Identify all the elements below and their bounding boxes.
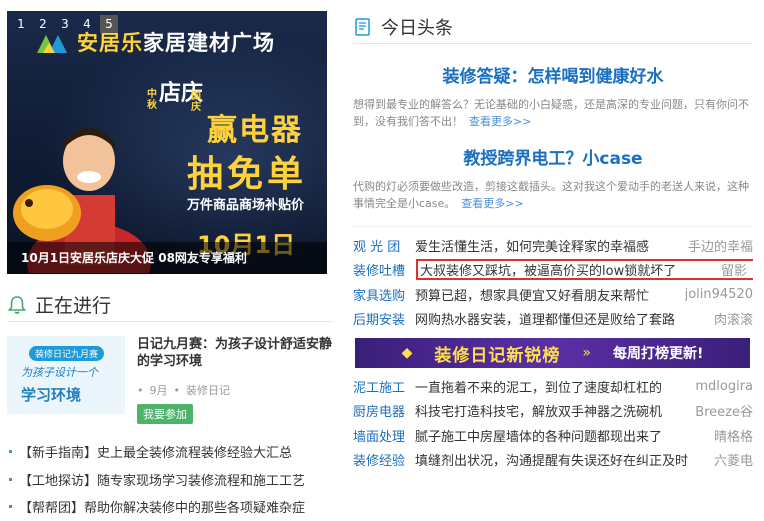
headlines-section: 今日头条 装修答疑：怎样喝到健康好水 想得到最专业的解答么？无论基础的小白疑惑，… — [353, 10, 753, 472]
feed-row[interactable]: 墙面处理 腻子施工中房屋墙体的各种问题都现出来了 晴格格 — [353, 423, 753, 448]
guide-item-text: 【帮帮团】帮助你解决装修中的那些各项疑难杂症 — [19, 501, 306, 517]
feed-text[interactable]: 填缝剂出状况，沟通提醒有失误还好在纠正及时 — [415, 450, 714, 469]
thumb-line-1: 为孩子设计一个 — [21, 366, 98, 379]
carousel-dot-1[interactable]: 1 — [12, 15, 30, 33]
feed-category[interactable]: 装修吐槽 — [353, 260, 415, 279]
ongoing-section: 正在进行 装修日记九月赛 为孩子设计一个 学习环境 日记九月赛：为孩子设计舒适安… — [7, 288, 333, 521]
double-arrow-icon: » — [582, 345, 591, 361]
meta-bullet: • — [173, 384, 181, 397]
feed-author[interactable]: 肉滚滚 — [714, 309, 753, 328]
feed-author[interactable]: Breeze谷 — [695, 401, 753, 420]
feed-list: 观 光 团 爱生活懂生活，如何完美诠释家的幸福感 手边的幸福 装修吐槽 大叔装修… — [353, 226, 753, 472]
guide-item[interactable]: 【新手指南】史上最全装修流程装修经验大汇总 — [7, 438, 333, 466]
feed-row-highlighted[interactable]: 装修吐槽 大叔装修又踩坑，被逼高价买的low锁就坏了 留影 — [353, 258, 753, 283]
feed-category[interactable]: 墙面处理 — [353, 426, 415, 445]
bullet-icon — [9, 477, 12, 481]
ongoing-header: 正在进行 — [7, 288, 333, 322]
feed-text[interactable]: 爱生活懂生活，如何完美诠释家的幸福感 — [415, 236, 688, 255]
guide-item-text: 【工地探访】随专家现场学习装修流程和施工工艺 — [19, 473, 306, 489]
diary-ranking-banner[interactable]: ◆ 装修日记新锐榜 » 每周打榜更新! — [355, 338, 750, 368]
headline-summary-1: 想得到最专业的解答么？无论基础的小白疑惑，还是高深的专业问题，只有你问不到，没有… — [353, 96, 753, 130]
feed-row[interactable]: 厨房电器 科技宅打造科技宅，解放双手神器之洗碗机 Breeze谷 — [353, 399, 753, 424]
feed-row[interactable]: 家具选购 预算已超，想家具便宜又好看朋友来帮忙 jolin94520 — [353, 282, 753, 307]
ongoing-event: 装修日记九月赛 为孩子设计一个 学习环境 日记九月赛：为孩子设计舒适安静的学习环… — [7, 336, 333, 424]
feed-row[interactable]: 后期安装 网购热水器安装，道理都懂但还是败给了套路 肉滚滚 — [353, 307, 753, 332]
guide-item[interactable]: 【工地探访】随专家现场学习装修流程和施工工艺 — [7, 466, 333, 494]
ongoing-event-info: 日记九月赛：为孩子设计舒适安静的学习环境 • 9月 • 装修日记 我要参加 — [137, 336, 333, 424]
guide-item[interactable]: 【帮帮团】帮助你解决装修中的那些各项疑难杂症 — [7, 493, 333, 521]
feed-author[interactable]: 手边的幸福 — [688, 236, 753, 255]
feed-category[interactable]: 厨房电器 — [353, 401, 415, 420]
promo-goods-subsidy: 万件商品商场补贴价 — [187, 198, 305, 213]
feed-row[interactable]: 泥工施工 一直拖着不来的泥工，到位了速度却杠杠的 mdlogira — [353, 374, 753, 399]
ongoing-event-title[interactable]: 日记九月赛：为孩子设计舒适安静的学习环境 — [137, 336, 333, 370]
feed-text[interactable]: 一直拖着不来的泥工，到位了速度却杠杠的 — [415, 377, 695, 396]
carousel-dot-2[interactable]: 2 — [34, 15, 52, 33]
event-tag: 装修日记 — [186, 384, 230, 397]
promo-win-appliance: 赢电器 — [207, 113, 303, 148]
feed-category[interactable]: 后期安装 — [353, 309, 415, 328]
ongoing-event-meta: • 9月 • 装修日记 — [137, 382, 333, 398]
view-more-link[interactable]: 查看更多>> — [469, 115, 531, 128]
carousel-dot-3[interactable]: 3 — [56, 15, 74, 33]
feed-row[interactable]: 观 光 团 爱生活懂生活，如何完美诠释家的幸福感 手边的幸福 — [353, 233, 753, 258]
promo-free-order: 抽免单 — [187, 154, 308, 195]
ongoing-title: 正在进行 — [35, 295, 112, 317]
feed-author[interactable]: 六菱电 — [714, 450, 753, 469]
headline-title-1[interactable]: 装修答疑：怎样喝到健康好水 — [353, 62, 753, 87]
brand-name-highlight: 安居乐 — [77, 31, 143, 55]
feed-text[interactable]: 科技宅打造科技宅，解放双手神器之洗碗机 — [415, 401, 695, 420]
thumb-badge: 装修日记九月赛 — [29, 346, 105, 361]
guide-list: 【新手指南】史上最全装修流程装修经验大汇总 【工地探访】随专家现场学习装修流程和… — [7, 438, 333, 521]
feed-category[interactable]: 观 光 团 — [353, 236, 415, 255]
feed-category[interactable]: 泥工施工 — [353, 377, 415, 396]
headline-summary-2: 代购的灯必须要做些改造，剪接这截插头。这对我这个爱动手的老送人来说，这种事情完全… — [353, 178, 753, 212]
headlines-title: 今日头条 — [381, 17, 453, 39]
feed-author[interactable]: jolin94520 — [685, 287, 753, 302]
bullet-icon — [9, 505, 12, 509]
feed-row[interactable]: 装修经验 填缝剂出状况，沟通提醒有失误还好在纠正及时 六菱电 — [353, 448, 753, 473]
event-month: 9月 — [149, 384, 168, 397]
diary-contest-thumbnail[interactable]: 装修日记九月赛 为孩子设计一个 学习环境 — [7, 336, 125, 414]
headlines-header: 今日头条 — [353, 10, 753, 44]
feed-author[interactable]: 晴格格 — [714, 426, 753, 445]
carousel-dot-4[interactable]: 4 — [78, 15, 96, 33]
carousel-caption[interactable]: 10月1日安居乐店庆大促 08网友专享福利 — [7, 242, 327, 274]
feed-category[interactable]: 装修经验 — [353, 450, 415, 469]
feed-text[interactable]: 网购热水器安装，道理都懂但还是败给了套路 — [415, 309, 714, 328]
bullet-icon — [9, 450, 12, 454]
feed-author[interactable]: mdlogira — [695, 379, 753, 394]
banner-right-text: 每周打榜更新! — [612, 346, 704, 362]
guide-item-text: 【新手指南】史上最全装修流程装修经验大汇总 — [19, 446, 293, 462]
banner-left-text: 装修日记新锐榜 — [434, 345, 561, 366]
join-button[interactable]: 我要参加 — [137, 404, 193, 424]
summary-text: 代购的灯必须要做些改造，剪接这截插头。这对我这个爱动手的老送人来说，这种事情完全… — [353, 180, 749, 210]
brand-name-rest: 家居建材广场 — [143, 31, 275, 55]
carousel-dots: 1 2 3 4 5 — [12, 15, 118, 33]
thumb-line-2: 学习环境 — [21, 386, 82, 404]
summary-text: 想得到最专业的解答么？无论基础的小白疑惑，还是高深的专业问题，只有你问不到，没有… — [353, 98, 749, 128]
brand-logo-icon — [37, 35, 67, 53]
view-more-link[interactable]: 查看更多>> — [461, 197, 523, 210]
highlight-box — [416, 258, 753, 280]
feed-category[interactable]: 家具选购 — [353, 285, 415, 304]
feed-text[interactable]: 腻子施工中房屋墙体的各种问题都现出来了 — [415, 426, 714, 445]
promo-national-day: 国庆 — [191, 91, 201, 113]
carousel-dot-5[interactable]: 5 — [100, 15, 118, 33]
feed-text[interactable]: 预算已超，想家具便宜又好看朋友来帮忙 — [415, 285, 685, 304]
newspaper-icon — [355, 17, 370, 36]
promo-carousel[interactable]: 1 2 3 4 5 安居乐家居建材广场 中秋 店庆 国庆 赢电器 抽免单 万件商… — [7, 11, 327, 274]
arrow-right-icon: ◆ — [401, 345, 413, 361]
headline-title-2[interactable]: 教授跨界电工？小case — [353, 144, 753, 169]
bell-icon — [7, 295, 27, 314]
meta-bullet: • — [137, 384, 144, 397]
